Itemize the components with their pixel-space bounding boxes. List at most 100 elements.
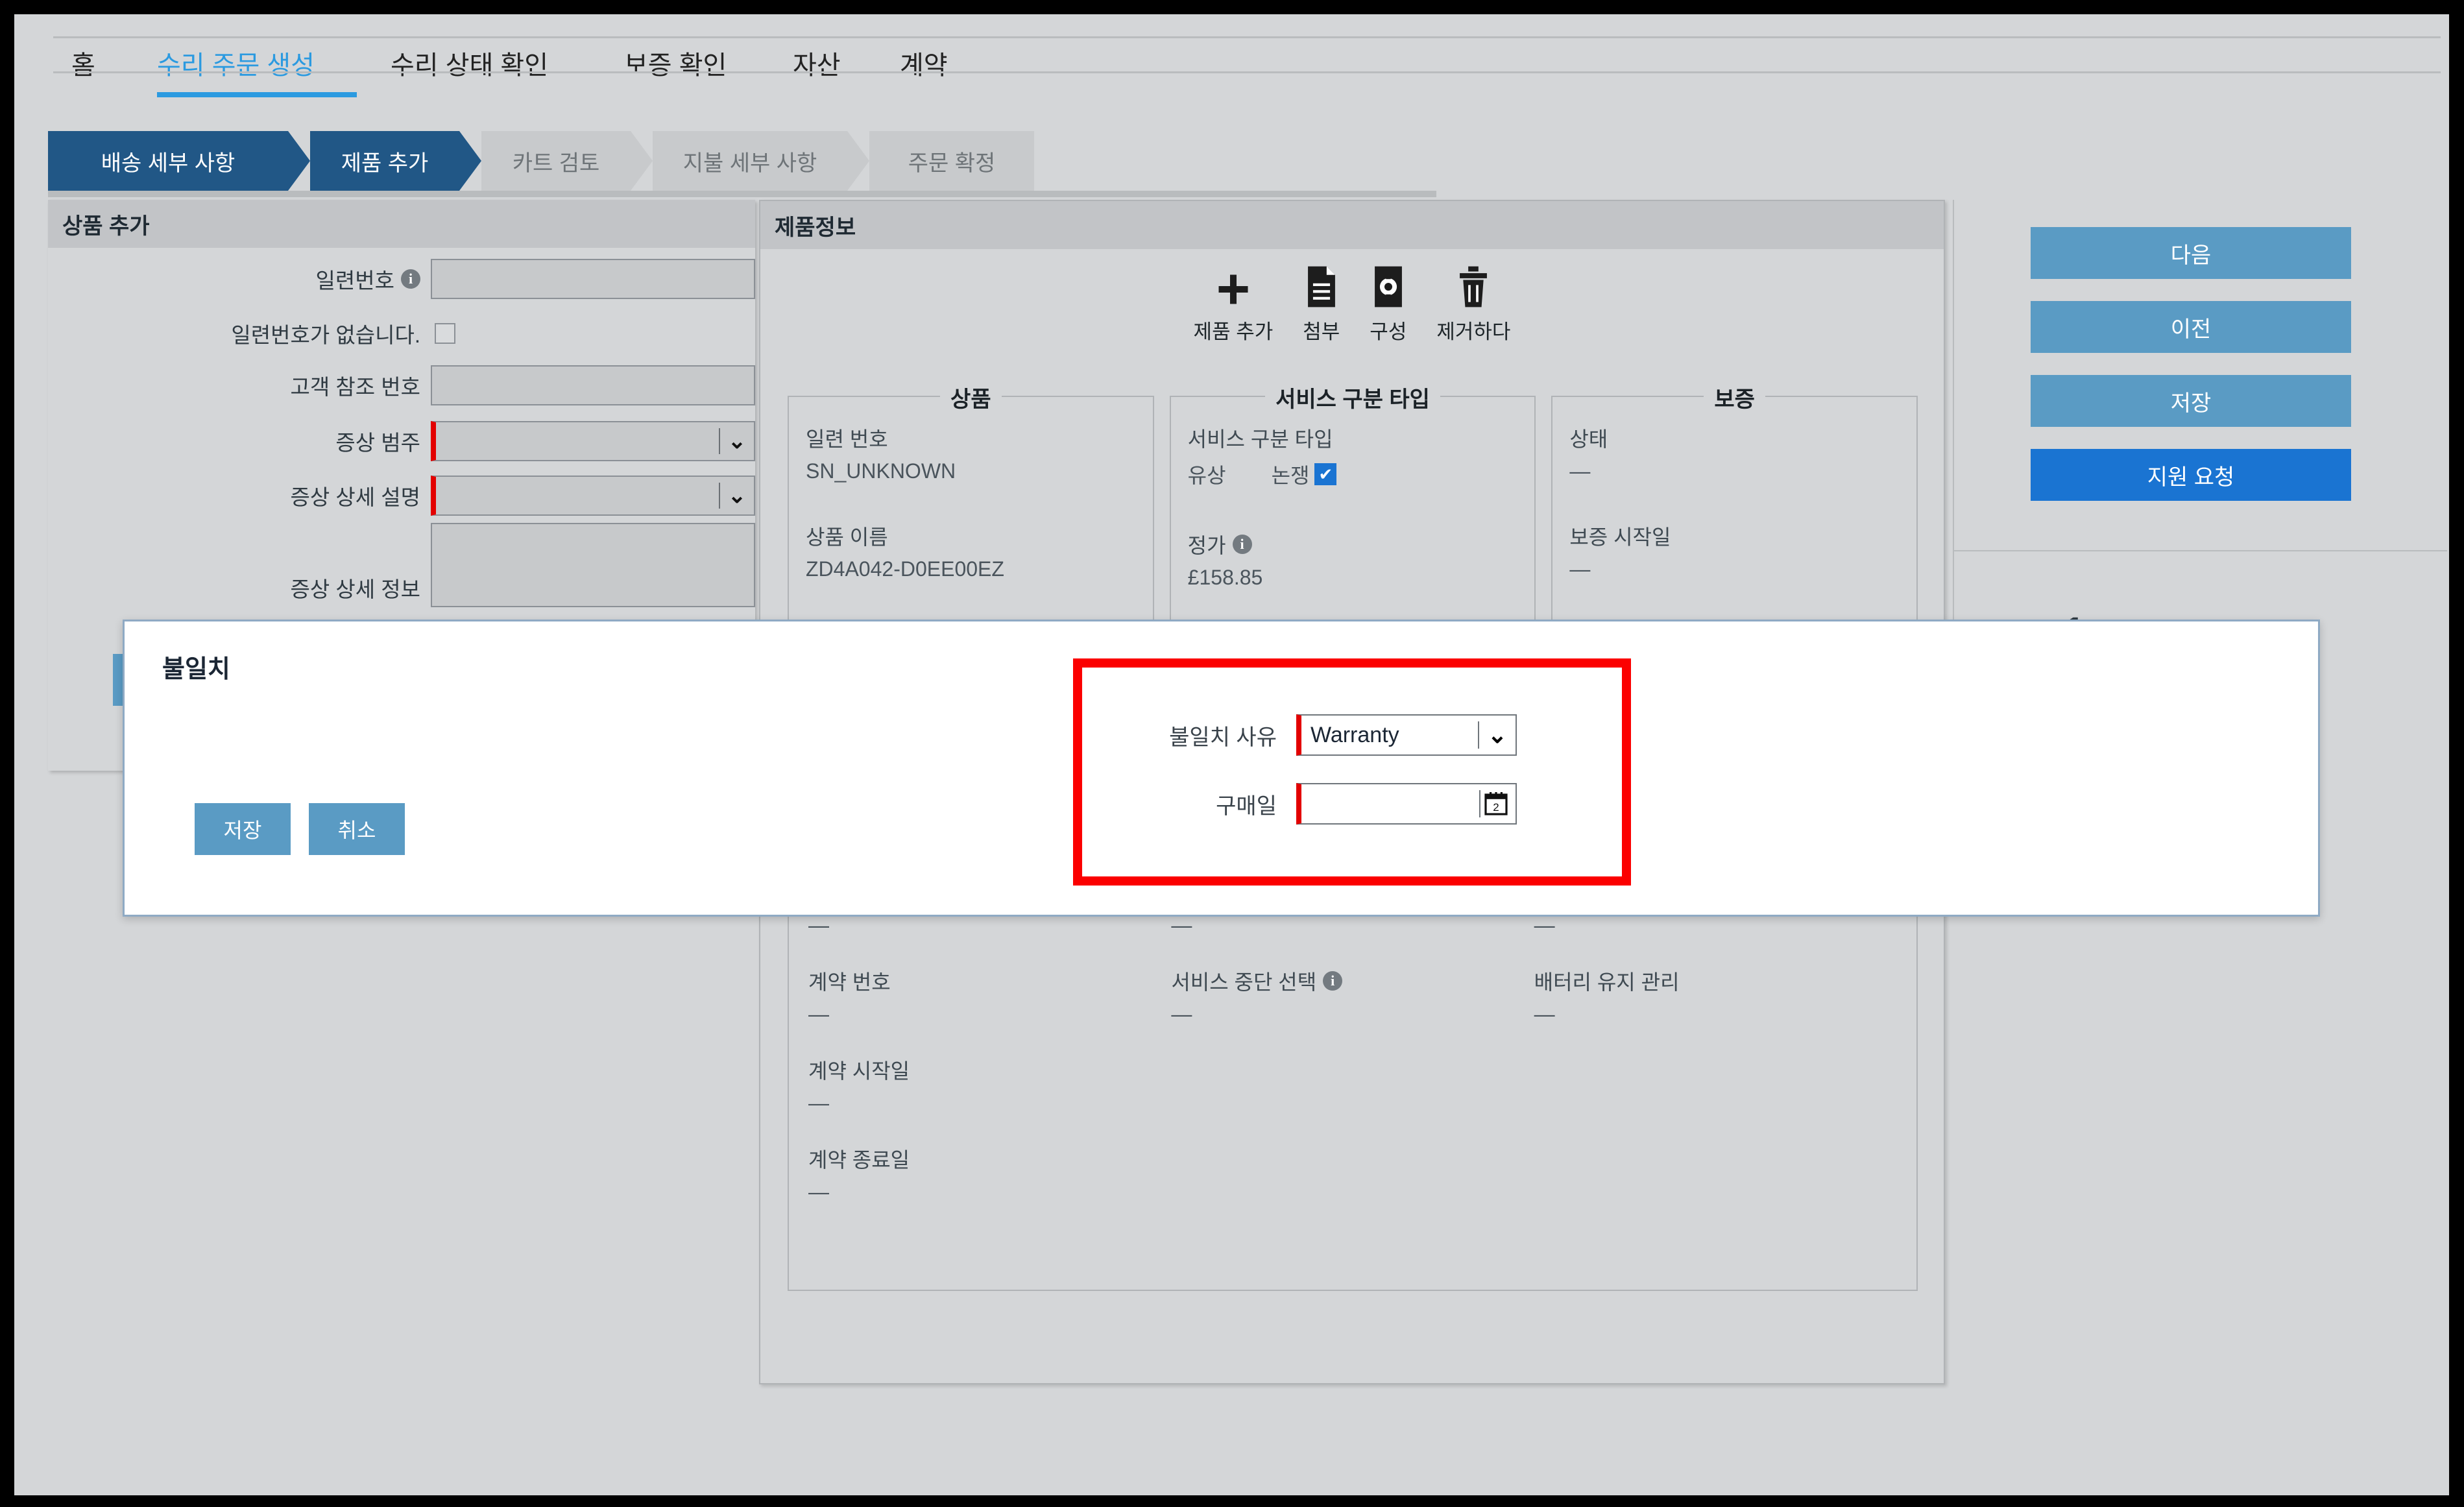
step-add-product[interactable]: 제품 추가 <box>310 131 481 191</box>
toolbar-configure-label: 구성 <box>1370 320 1407 343</box>
card-warranty-legend: 보증 <box>1552 381 1916 413</box>
purchase-date-input[interactable]: 2 <box>1296 783 1517 825</box>
contract-number-key: 계약 번호 <box>808 971 891 994</box>
service-type-options: 유상 논쟁 ✔ <box>1188 459 1518 489</box>
field-row-serial: 일련번호 i <box>48 248 755 310</box>
field-row-symptom-info: 증상 상세 정보 <box>48 523 755 614</box>
calendar-icon[interactable]: 2 <box>1480 790 1512 818</box>
symptom-detail-label-text: 증상 상세 설명 <box>290 485 421 509</box>
previous-button[interactable]: 이전 <box>2031 301 2351 353</box>
step-payment-details[interactable]: 지불 세부 사항 <box>653 131 869 191</box>
customer-ref-input[interactable] <box>431 365 755 405</box>
step-label: 지불 세부 사항 <box>682 151 817 176</box>
info-icon[interactable]: i <box>401 269 420 289</box>
step-label: 주문 확정 <box>908 151 996 176</box>
contract-end-date-key: 계약 종료일 <box>808 1148 910 1172</box>
symptom-detail-select[interactable]: ⌄ <box>431 476 755 516</box>
service-type-dispute[interactable]: 논쟁 ✔ <box>1272 459 1337 489</box>
warranty-start: 보증 시작일 — <box>1569 521 1900 581</box>
dialog-cancel-button[interactable]: 취소 <box>309 803 405 855</box>
contract-battery-maintenance-value: — <box>1534 1002 1555 1026</box>
info-icon[interactable]: i <box>1232 535 1252 554</box>
serial-input[interactable] <box>431 259 755 299</box>
discrepancy-reason-value: Warranty <box>1311 722 1399 747</box>
topnav-item-create-repair-order[interactable]: 수리 주문 생성 <box>157 44 315 87</box>
topnav-item-check-repair-status[interactable]: 수리 상태 확인 <box>391 44 548 87</box>
warranty-status: 상태 — <box>1569 423 1900 483</box>
no-serial-checkbox[interactable] <box>435 323 455 344</box>
warranty-status-key: 상태 <box>1569 428 1608 451</box>
highlight-box: 불일치 사유 Warranty ⌄ 구매일 2 <box>1073 658 1631 886</box>
contract-collection-value: — <box>1534 913 1555 937</box>
info-icon[interactable]: i <box>1323 971 1343 991</box>
topnav-item-assets[interactable]: 자산 <box>793 44 841 87</box>
service-price-block: 정가 i £158.85 <box>1188 529 1518 590</box>
discrepancy-reason-select[interactable]: Warranty ⌄ <box>1296 714 1517 756</box>
service-price-value: £158.85 <box>1187 566 1263 589</box>
step-review-cart[interactable]: 카트 검토 <box>481 131 653 191</box>
contract-cell: 계약 종료일 — <box>808 1144 1171 1204</box>
contract-service-suspension-value: — <box>1171 1002 1192 1026</box>
discrepancy-dialog: 불일치 저장 취소 불일치 사유 Warranty ⌄ 구매일 2 <box>123 620 2320 917</box>
warranty-start-value: — <box>1569 557 1591 581</box>
action-panel: 다음 이전 저장 지원 요청 <box>1953 200 2447 602</box>
toolbar-attach[interactable]: 첨부 <box>1303 259 1340 344</box>
chevron-right-icon <box>631 131 653 191</box>
request-support-button[interactable]: 지원 요청 <box>2031 449 2351 501</box>
chevron-right-icon <box>288 131 310 191</box>
contract-cell: 서비스 중단 선택 i — <box>1171 966 1534 1026</box>
contract-service-suspension-key-text: 서비스 중단 선택 <box>1171 971 1317 994</box>
field-row-no-serial: 일련번호가 없습니다. <box>48 310 755 357</box>
contract-start-date-key: 계약 시작일 <box>808 1059 910 1083</box>
contract-status-value: — <box>808 913 829 937</box>
trash-icon <box>1456 259 1491 309</box>
card-service-type-legend: 서비스 구분 타입 <box>1171 381 1535 413</box>
topnav-item-home[interactable]: 홈 <box>71 44 95 87</box>
field-row-symptom-category: 증상 범주 ⌄ <box>48 414 755 468</box>
discrepancy-dialog-title: 불일치 <box>162 656 230 683</box>
topnav: 홈 수리 주문 생성 수리 상태 확인 보증 확인 자산 계약 <box>53 44 2441 97</box>
card-product-legend: 상품 <box>789 381 1153 413</box>
contract-grid: 상태 — 환전 유형 — 수금 — 계약 번호 — 서비스 중단 선 <box>808 877 1897 1204</box>
service-type-dispute-label: 논쟁 <box>1271 464 1310 487</box>
dialog-save-button[interactable]: 저장 <box>195 803 291 855</box>
topnav-active-underline <box>157 92 357 97</box>
customer-ref-label: 고객 참조 번호 <box>119 370 431 401</box>
contract-start-date-value: — <box>808 1091 829 1115</box>
checkmark-icon[interactable]: ✔ <box>1314 463 1337 485</box>
contract-cell: 계약 시작일 — <box>808 1055 1171 1115</box>
contract-service-suspension-key: 서비스 중단 선택 i <box>1171 966 1534 996</box>
symptom-category-select[interactable]: ⌄ <box>431 421 755 461</box>
toolbar-remove[interactable]: 제거하다 <box>1436 259 1510 344</box>
product-name-key: 상품 이름 <box>806 525 888 549</box>
topnav-item-check-warranty[interactable]: 보증 확인 <box>624 44 727 87</box>
save-button[interactable]: 저장 <box>2031 375 2351 427</box>
symptom-category-label: 증상 범주 <box>119 426 431 457</box>
toolbar-configure[interactable]: 구성 <box>1370 259 1407 344</box>
no-serial-label: 일련번호가 없습니다. <box>119 318 431 349</box>
symptom-info-label: 증상 상세 정보 <box>119 523 431 607</box>
product-name: 상품 이름 ZD4A042-D0EE00EZ <box>806 521 1136 581</box>
step-shipping-details[interactable]: 배송 세부 사항 <box>48 131 310 191</box>
product-info-panel-title: 제품정보 <box>760 201 1944 249</box>
topnav-divider-bottom <box>53 71 2441 73</box>
product-serial-value: SN_UNKNOWN <box>806 459 956 483</box>
warranty-status-value: — <box>1569 459 1591 483</box>
field-row-symptom-detail: 증상 상세 설명 ⌄ <box>48 468 755 523</box>
chevron-down-icon: ⌄ <box>1487 721 1508 748</box>
toolbar-add-product[interactable]: 제품 추가 <box>1194 259 1273 344</box>
symptom-info-label-text: 증상 상세 정보 <box>290 577 421 601</box>
next-button[interactable]: 다음 <box>2031 227 2351 279</box>
contract-cell-empty <box>1534 1055 1897 1115</box>
topnav-item-contracts[interactable]: 계약 <box>900 44 948 87</box>
step-confirm-order[interactable]: 주문 확정 <box>869 131 1034 191</box>
serial-label-text: 일련번호 <box>315 269 394 293</box>
symptom-info-textarea[interactable] <box>431 523 755 607</box>
toolbar-attach-label: 첨부 <box>1303 320 1340 343</box>
contract-cell: 계약 번호 — <box>808 966 1171 1026</box>
symptom-category-label-text: 증상 범주 <box>335 431 420 455</box>
service-price-key-text: 정가 <box>1187 534 1226 557</box>
no-serial-label-text: 일련번호가 없습니다. <box>231 323 420 347</box>
chevron-down-icon: ⌄ <box>727 483 747 508</box>
stepper-base-bar <box>48 191 1436 197</box>
